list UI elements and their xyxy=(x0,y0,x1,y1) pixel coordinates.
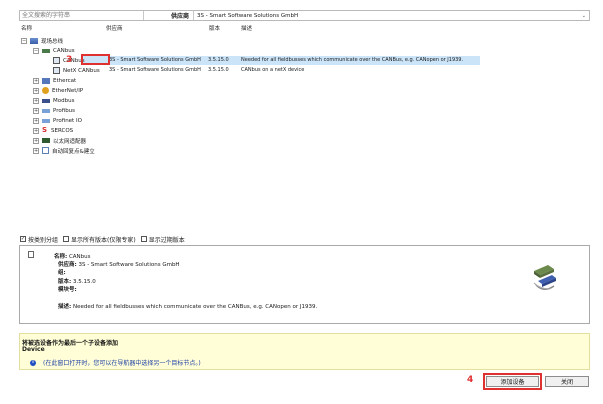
expand-icon[interactable]: + xyxy=(33,147,39,154)
tree-item-label: 现场总线 xyxy=(41,38,64,45)
tree-item-label: NetX CANbus xyxy=(63,67,100,74)
tree-item-auto-reply[interactable]: + 自动回复点&建立 xyxy=(33,146,95,155)
ethercat-icon xyxy=(42,77,50,84)
info-vendor-value: 3S - Smart Software Solutions GmbH xyxy=(78,262,180,268)
show-all-versions-option[interactable]: 显示所有版本(仅限专家) xyxy=(63,235,136,244)
checkbox-checked-icon[interactable]: ✓ xyxy=(20,236,26,242)
info-name: 名称: CANbus xyxy=(54,252,91,260)
column-version[interactable]: 版本 xyxy=(209,24,220,32)
tree-item-canbus-group[interactable]: − CANbus xyxy=(33,46,75,55)
checkbox-icon[interactable] xyxy=(63,236,70,242)
annotation-number-step4: 4 xyxy=(467,375,474,385)
search-input[interactable] xyxy=(20,11,144,20)
tree-item-label: CANbus xyxy=(53,47,75,54)
info-description-value: Needed for all fieldbusses which communi… xyxy=(72,304,318,310)
canbus-icon xyxy=(42,48,50,53)
device-info-panel: 名称: CANbus 供应商: 3S - Smart Software Solu… xyxy=(19,245,590,324)
modbus-icon xyxy=(42,98,50,103)
info-description-label: 描述: xyxy=(58,304,72,310)
tree-item-sercos[interactable]: + S SERCOS xyxy=(33,126,73,135)
show-all-versions-label: 显示所有版本(仅限专家) xyxy=(71,236,136,244)
tree-item-label: Ethercat xyxy=(53,77,77,84)
info-group-label: 组: xyxy=(58,270,66,276)
info-description: 描述: Needed for all fieldbusses which com… xyxy=(58,302,317,310)
profibus-icon xyxy=(42,108,50,113)
tree-item-ethernetip[interactable]: + EtherNet/IP xyxy=(33,86,83,95)
profinet-icon xyxy=(42,118,50,123)
annotation-box-step3 xyxy=(81,54,110,65)
column-description[interactable]: 描述 xyxy=(241,24,252,32)
tree-item-label: 自动回复点&建立 xyxy=(52,148,95,155)
info-group: 组: xyxy=(58,268,66,276)
auto-reply-icon xyxy=(42,147,49,154)
hint-info-text: (在此窗口打开时，您可以在导航器中选择另一个目标节点。) xyxy=(43,360,201,367)
checkbox-icon[interactable] xyxy=(140,236,147,242)
ethernetip-icon xyxy=(42,87,49,94)
column-vendor[interactable]: 供应商 xyxy=(106,24,123,32)
show-outdated-label: 显示过期版本 xyxy=(148,236,185,244)
group-by-category-option[interactable]: ✓ 按类别分组 xyxy=(20,235,58,244)
tree-item-label: Profibus xyxy=(53,107,76,114)
expand-icon[interactable]: + xyxy=(33,137,39,144)
vendor-select-value: 3S - Smart Software Solutions GmbH xyxy=(197,12,299,19)
expand-icon[interactable]: + xyxy=(33,127,39,134)
expand-icon[interactable]: + xyxy=(33,77,39,84)
tree-item-netx-canbus[interactable]: NetX CANbus xyxy=(53,66,100,75)
info-version: 版本: 3.5.15.0 xyxy=(58,277,96,285)
tree-item-label: SERCOS xyxy=(51,127,74,134)
tree-item-label: 以太网适配器 xyxy=(53,138,87,145)
sercos-icon: S xyxy=(42,126,48,134)
group-by-category-label: 按类别分组 xyxy=(28,236,59,244)
canbus-description: Needed for all fieldbusses which communi… xyxy=(241,57,464,63)
info-model-label: 模块号: xyxy=(58,287,77,293)
vendor-select[interactable]: 3S - Smart Software Solutions GmbH ⌄ xyxy=(193,11,589,20)
search-bar: 供应商 3S - Smart Software Solutions GmbH ⌄ xyxy=(19,10,590,21)
hint-info: i (在此窗口打开时，您可以在导航器中选择另一个目标节点。) xyxy=(30,358,201,367)
device-info-icon xyxy=(28,251,34,258)
tree-item-profinet[interactable]: + Profinet IO xyxy=(33,116,82,125)
expand-icon[interactable]: + xyxy=(33,117,39,124)
tree-item-modbus[interactable]: + Modbus xyxy=(33,96,74,105)
info-model: 模块号: xyxy=(58,285,77,293)
column-header: 名称 供应商 版本 描述 xyxy=(19,23,590,32)
tree-item-fieldbus[interactable]: − 现场总线 xyxy=(21,36,63,45)
info-vendor: 供应商: 3S - Smart Software Solutions GmbH xyxy=(58,260,180,268)
vendor-label: 供应商 xyxy=(171,13,190,20)
tree-item-label: Profinet IO xyxy=(53,117,82,124)
netx-description: CANbus on a netX device xyxy=(241,67,305,73)
tree-item-ethercat[interactable]: + Ethercat xyxy=(33,76,76,85)
network-adapter-icon xyxy=(42,138,50,143)
canbus-version: 3.5.15.0 xyxy=(208,57,229,63)
filter-options: ✓ 按类别分组 显示所有版本(仅限专家) 显示过期版本 xyxy=(20,234,185,244)
annotation-box-step4 xyxy=(483,373,542,390)
tree-item-label: Modbus xyxy=(53,97,75,104)
tree-item-profibus[interactable]: + Profibus xyxy=(33,106,75,115)
annotation-number-step3: 3 xyxy=(66,55,73,65)
expand-icon[interactable]: + xyxy=(33,87,39,94)
info-icon: i xyxy=(30,359,36,366)
collapse-icon[interactable]: − xyxy=(33,47,39,54)
hint-panel: 将被选设备作为最后一个子设备添加 Device i (在此窗口打开时，您可以在导… xyxy=(19,333,590,370)
netx-version: 3.5.15.0 xyxy=(208,67,229,73)
fieldbus-icon xyxy=(30,37,38,44)
device-icon xyxy=(53,57,60,64)
chevron-down-icon: ⌄ xyxy=(581,12,586,19)
expand-icon[interactable]: + xyxy=(33,97,39,104)
hint-device: Device xyxy=(22,346,45,353)
column-name[interactable]: 名称 xyxy=(21,24,32,32)
collapse-icon[interactable]: − xyxy=(21,37,27,44)
tree-item-label: EtherNet/IP xyxy=(52,87,84,94)
device-icon xyxy=(53,67,60,74)
device-image xyxy=(514,253,572,303)
tree-item-ethernet-adapter[interactable]: + 以太网适配器 xyxy=(33,136,86,145)
netx-vendor: 3S - Smart Software Solutions GmbH xyxy=(109,67,201,73)
show-outdated-option[interactable]: 显示过期版本 xyxy=(140,235,185,244)
expand-icon[interactable]: + xyxy=(33,107,39,114)
close-button[interactable]: 关闭 xyxy=(545,376,589,387)
canbus-vendor: 3S - Smart Software Solutions GmbH xyxy=(109,57,201,63)
